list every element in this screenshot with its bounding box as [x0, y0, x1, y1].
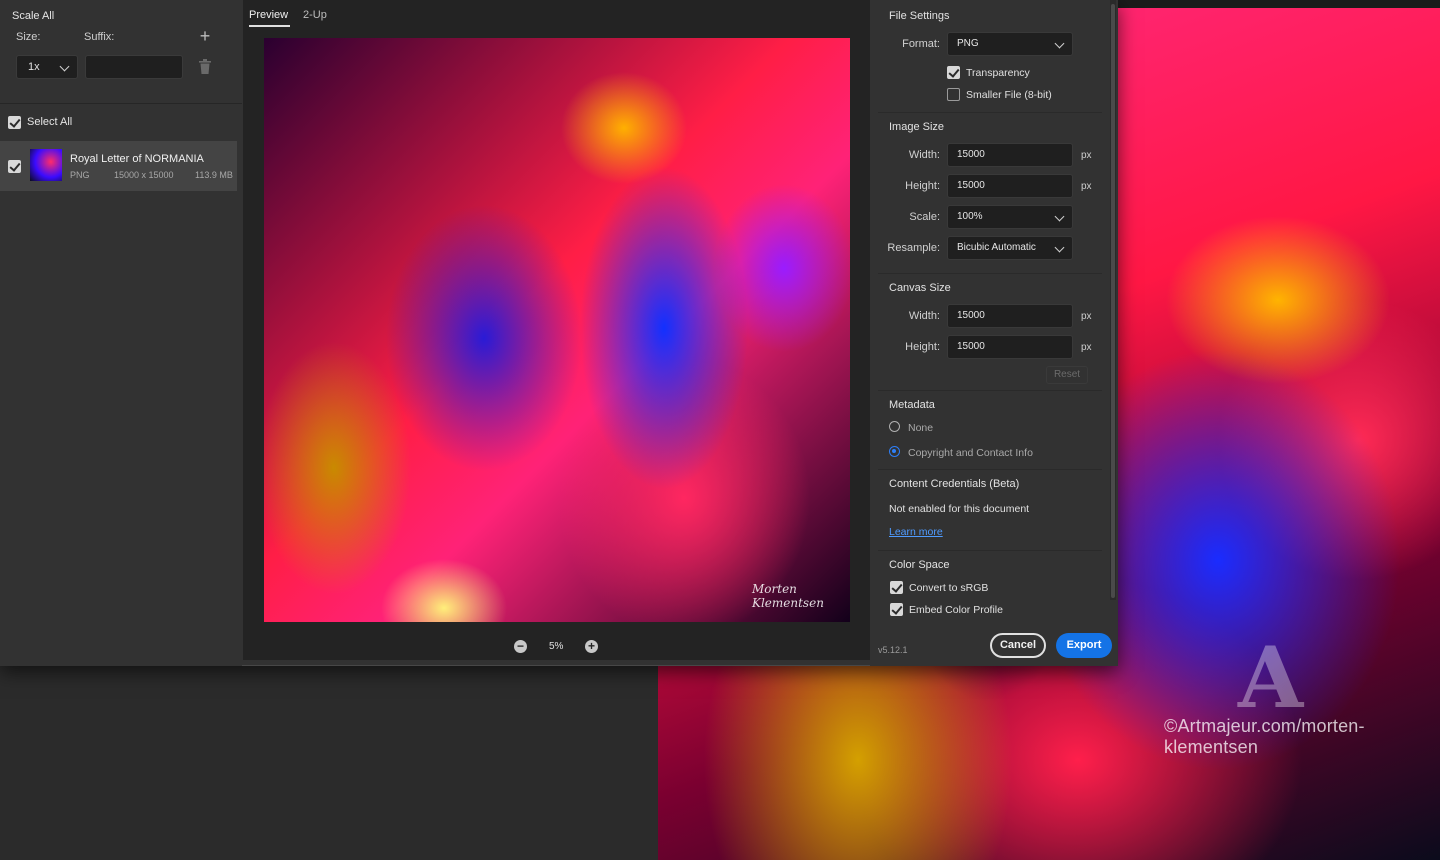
suffix-label: Suffix:: [84, 31, 115, 43]
scale-all-title: Scale All: [12, 10, 55, 22]
metadata-none-label: None: [908, 422, 934, 434]
metadata-copyright-label: Copyright and Contact Info: [908, 447, 1033, 459]
cancel-button[interactable]: Cancel: [990, 633, 1046, 658]
zoom-out-icon[interactable]: −: [514, 640, 527, 653]
image-width-label: Width:: [908, 149, 940, 161]
resample-value: Bicubic Automatic: [957, 242, 1036, 253]
image-scale-select[interactable]: 100%: [947, 205, 1073, 229]
metadata-title: Metadata: [889, 399, 935, 411]
content-credentials-status: Not enabled for this document: [889, 503, 1030, 515]
canvas-size-title: Canvas Size: [889, 282, 951, 294]
scale-select-value: 1x: [28, 61, 40, 73]
section-divider: [878, 112, 1102, 113]
smaller-file-checkbox[interactable]: [947, 88, 960, 101]
canvas-height-label: Height:: [905, 341, 940, 353]
canvas-height-input[interactable]: 15000: [947, 335, 1073, 359]
watermark-text: ©Artmajeur.com/morten-klementsen: [1164, 716, 1365, 757]
asset-filesize: 113.9 MB: [195, 170, 233, 180]
canvas-width-input[interactable]: 15000: [947, 304, 1073, 328]
metadata-copyright-radio[interactable]: [889, 446, 900, 457]
format-select[interactable]: PNG: [947, 32, 1073, 56]
image-width-input[interactable]: 15000: [947, 143, 1073, 167]
section-divider: [878, 469, 1102, 470]
scale-select[interactable]: 1x: [16, 55, 78, 79]
image-height-input[interactable]: 15000: [947, 174, 1073, 198]
transparency-label: Transparency: [966, 67, 1030, 79]
version-label: v5.12.1: [878, 645, 908, 655]
embed-profile-label: Embed Color Profile: [909, 604, 1003, 616]
image-width-unit: px: [1081, 150, 1092, 161]
chevron-down-icon: [59, 61, 70, 72]
image-scale-value: 100%: [957, 211, 983, 222]
asset-dimensions: 15000 x 15000: [114, 170, 174, 180]
file-settings-title: File Settings: [889, 10, 950, 22]
section-divider: [878, 550, 1102, 551]
canvas-width-label: Width:: [908, 310, 940, 322]
chevron-down-icon: [1054, 211, 1065, 222]
asset-name: Royal Letter of NORMANIA: [70, 153, 204, 165]
artmajeur-logo: A: [1238, 628, 1304, 727]
asset-checkbox[interactable]: [8, 160, 21, 173]
chevron-down-icon: [1054, 38, 1065, 49]
trash-icon[interactable]: [198, 59, 212, 75]
preview-area: Preview 2-Up Morten Klementsen − 5% +: [243, 0, 870, 660]
reset-button[interactable]: Reset: [1046, 366, 1088, 384]
image-size-title: Image Size: [889, 121, 945, 133]
resample-select[interactable]: Bicubic Automatic: [947, 236, 1073, 260]
metadata-none-radio[interactable]: [889, 421, 900, 432]
image-height-unit: px: [1081, 181, 1092, 192]
export-as-dialog: Scale All Size: Suffix: + 1x Select All …: [0, 0, 1118, 666]
asset-list-item[interactable]: Royal Letter of NORMANIA PNG 15000 x 150…: [0, 141, 237, 191]
embed-profile-checkbox[interactable]: [890, 603, 903, 616]
settings-scrollbar-thumb[interactable]: [1111, 4, 1115, 598]
smaller-file-label: Smaller File (8-bit): [966, 89, 1052, 101]
tab-2-up[interactable]: 2-Up: [303, 9, 327, 21]
chevron-down-icon: [1054, 242, 1065, 253]
transparency-checkbox[interactable]: [947, 66, 960, 79]
canvas-height-unit: px: [1081, 342, 1092, 353]
color-space-title: Color Space: [889, 559, 950, 571]
settings-panel: File Settings Format: PNG Transparency S…: [870, 0, 1118, 666]
add-scale-button[interactable]: +: [196, 27, 214, 45]
left-divider: [0, 103, 242, 104]
scale-label: Scale:: [909, 211, 940, 223]
asset-panel: Scale All Size: Suffix: + 1x Select All …: [0, 0, 242, 666]
convert-srgb-label: Convert to sRGB: [909, 582, 989, 594]
convert-srgb-checkbox[interactable]: [890, 581, 903, 594]
background-top-strip: [1118, 0, 1440, 8]
resample-label: Resample:: [887, 242, 940, 254]
image-height-label: Height:: [905, 180, 940, 192]
active-tab-indicator: [249, 25, 290, 27]
select-all-checkbox[interactable]: [8, 116, 21, 129]
section-divider: [878, 273, 1102, 274]
asset-thumbnail: [30, 149, 62, 181]
format-select-value: PNG: [957, 38, 979, 49]
zoom-in-icon[interactable]: +: [585, 640, 598, 653]
artist-signature: Morten Klementsen: [752, 582, 824, 610]
canvas-width-unit: px: [1081, 311, 1092, 322]
section-divider: [878, 390, 1102, 391]
select-all-label: Select All: [27, 116, 73, 128]
size-label: Size:: [16, 31, 41, 43]
asset-format: PNG: [70, 170, 90, 180]
content-credentials-title: Content Credentials (Beta): [889, 478, 1020, 490]
suffix-input[interactable]: [85, 55, 183, 79]
zoom-level: 5%: [549, 641, 564, 652]
tab-preview[interactable]: Preview: [249, 9, 288, 21]
learn-more-link[interactable]: Learn more: [889, 526, 943, 538]
export-button[interactable]: Export: [1056, 633, 1112, 658]
preview-image: Morten Klementsen: [264, 38, 850, 622]
format-label: Format:: [902, 38, 940, 50]
